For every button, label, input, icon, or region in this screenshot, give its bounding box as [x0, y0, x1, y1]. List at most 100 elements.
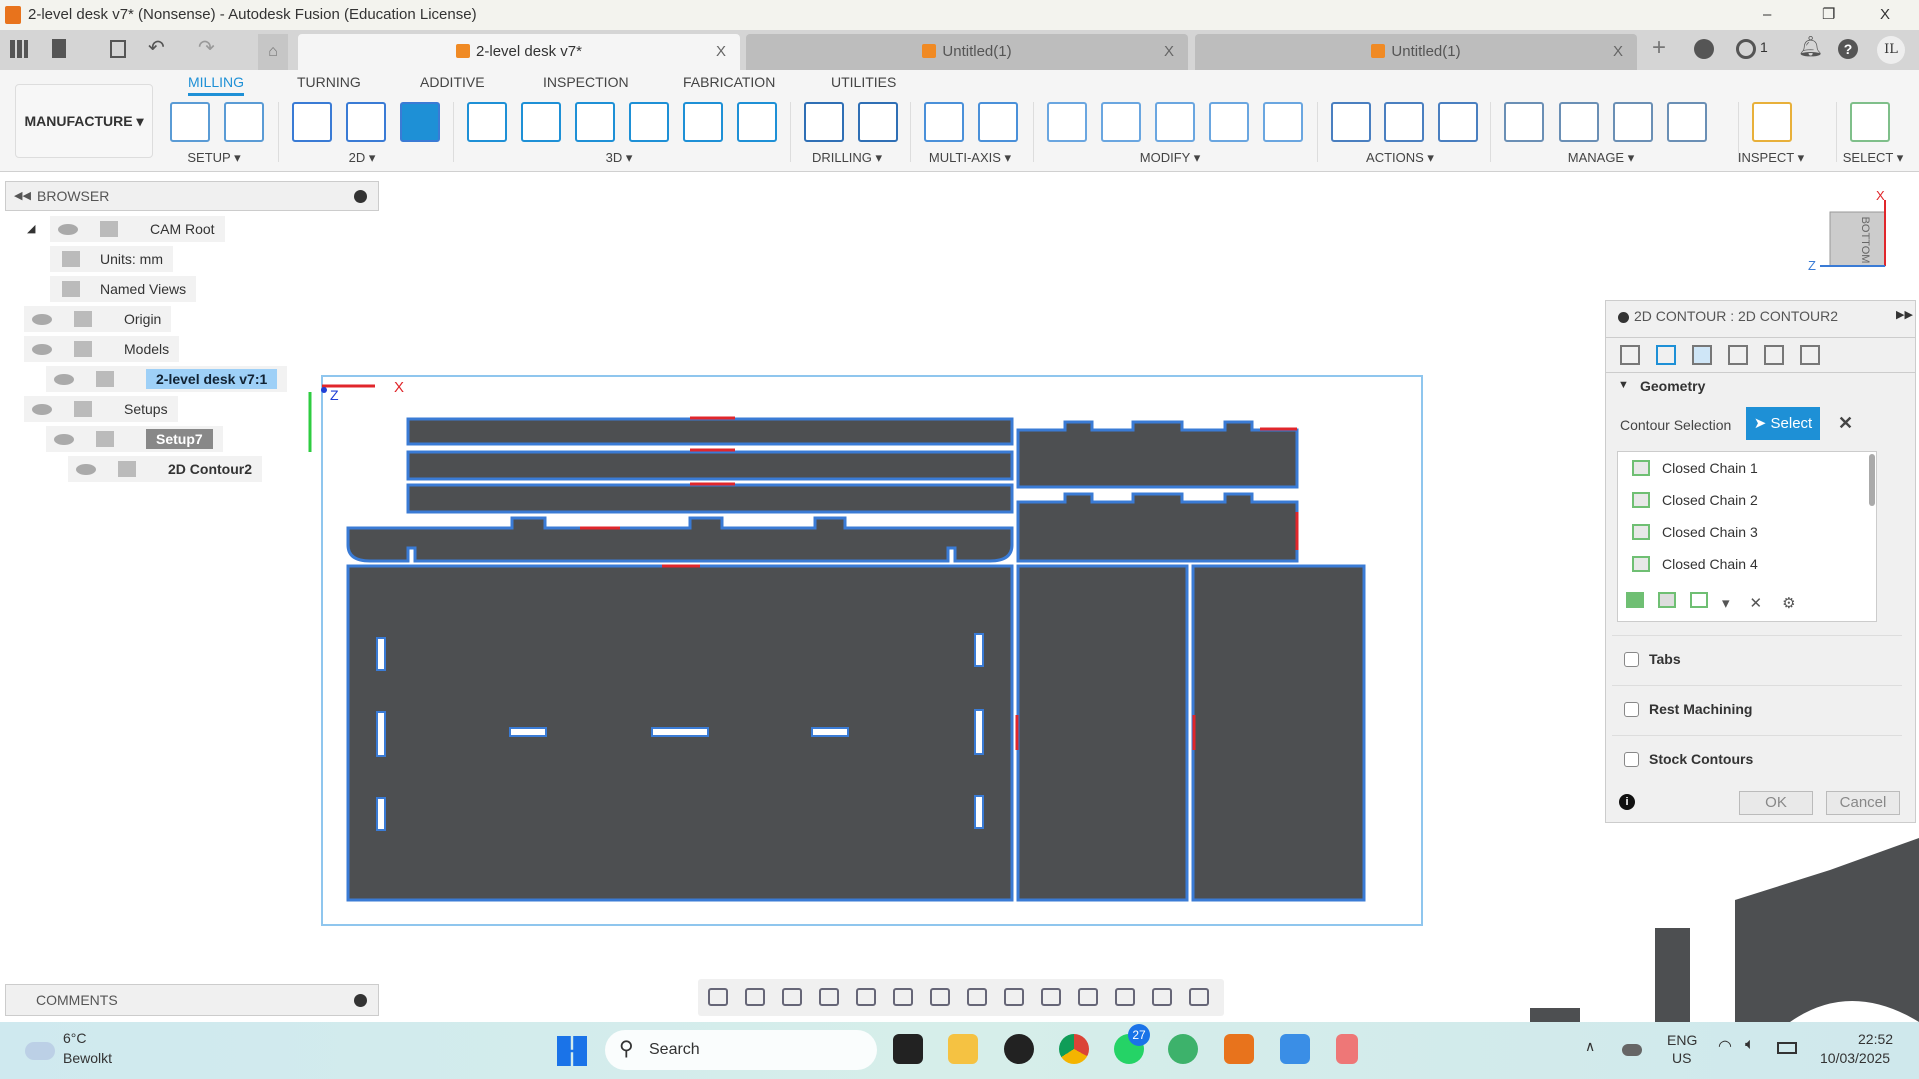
add-face-icon[interactable]: [1658, 592, 1676, 608]
option-rest-machining[interactable]: Rest Machining: [1624, 701, 1752, 717]
chain-list: Closed Chain 1 Closed Chain 2 Closed Chain…: [1617, 451, 1877, 622]
zoom-icon[interactable]: [819, 988, 839, 1006]
part-strip-2: [406, 450, 1014, 481]
fit-icon[interactable]: [856, 988, 876, 1006]
settings-gear-icon[interactable]: ⚙: [1782, 595, 1795, 612]
chain-label: Closed Chain 1: [1662, 460, 1758, 476]
browser-minimize-icon[interactable]: [354, 190, 367, 203]
language-indicator[interactable]: ENG: [1667, 1032, 1697, 1048]
eye-visibility-icon[interactable]: [32, 404, 52, 415]
ok-button[interactable]: OK: [1739, 791, 1813, 815]
info-icon[interactable]: i: [1619, 794, 1635, 810]
add-chain-icon[interactable]: [1626, 592, 1644, 608]
chain-item[interactable]: Closed Chain 3: [1632, 522, 1758, 542]
browser-item-2d-contour2[interactable]: 2D Contour2: [68, 456, 262, 482]
select-button[interactable]: ➤ Select: [1746, 407, 1820, 440]
add-comment-icon[interactable]: [354, 994, 367, 1007]
clear-selection-icon[interactable]: ✕: [1838, 413, 1853, 434]
visual-style-icon[interactable]: [1078, 988, 1098, 1006]
camera-icon[interactable]: [1189, 988, 1209, 1006]
eye-visibility-icon[interactable]: [58, 224, 78, 235]
chain-item[interactable]: Closed Chain 4: [1632, 554, 1758, 574]
viewports-icon[interactable]: [967, 988, 987, 1006]
chrome-icon[interactable]: [1059, 1034, 1089, 1064]
browser-item-setup7[interactable]: Setup7: [46, 426, 223, 452]
add-silhouette-icon[interactable]: [1690, 592, 1708, 608]
browser-item-setups[interactable]: Setups: [24, 396, 178, 422]
expand-toggle-icon[interactable]: ◢: [27, 222, 35, 235]
environment-icon[interactable]: [1004, 988, 1024, 1006]
eye-visibility-icon[interactable]: [54, 374, 74, 385]
volume-icon[interactable]: 🔈︎: [1745, 1036, 1755, 1054]
weather-cloud-icon[interactable]: [25, 1042, 55, 1060]
eye-visibility-icon[interactable]: [76, 464, 96, 475]
section-icon[interactable]: [1115, 988, 1135, 1006]
clock-time[interactable]: 22:52: [1858, 1031, 1893, 1047]
collapse-geometry-icon[interactable]: ▼: [1618, 379, 1629, 391]
clock-date[interactable]: 10/03/2025: [1820, 1050, 1890, 1066]
browser-item-named-views[interactable]: Named Views: [50, 276, 197, 302]
orbit-icon[interactable]: [708, 988, 728, 1006]
grid-icon[interactable]: [930, 988, 950, 1006]
browser-item-models[interactable]: Models: [24, 336, 180, 362]
pan-icon[interactable]: [782, 988, 802, 1006]
display-settings-icon[interactable]: [893, 988, 913, 1006]
browser-item-cam-root[interactable]: CAM Root: [50, 216, 225, 242]
geometry-section-title[interactable]: Geometry: [1640, 378, 1705, 394]
eye-visibility-icon[interactable]: [32, 344, 52, 355]
fusion-taskbar-icon[interactable]: [1224, 1034, 1254, 1064]
task-view-icon[interactable]: [893, 1034, 923, 1064]
search-box[interactable]: ⚲ Search: [605, 1030, 877, 1070]
option-tabs[interactable]: Tabs: [1624, 651, 1681, 667]
chain-item[interactable]: Closed Chain 2: [1632, 490, 1758, 510]
keyboard-layout[interactable]: US: [1672, 1050, 1691, 1066]
snipping-tool-icon[interactable]: [1336, 1034, 1358, 1064]
viewcube[interactable]: BOTTOM X Z: [1808, 188, 1886, 273]
battery-icon[interactable]: [1777, 1042, 1797, 1054]
option-label: Tabs: [1649, 651, 1681, 667]
browser-header[interactable]: ◀◀ BROWSER: [5, 181, 379, 211]
expand-dialog-icon[interactable]: ▶▶: [1896, 308, 1913, 321]
comments-panel[interactable]: COMMENTS: [5, 984, 379, 1016]
eye-visibility-icon[interactable]: [54, 434, 74, 445]
dialog-tab-geometry-icon[interactable]: [1692, 345, 1712, 365]
weather-temp[interactable]: 6°C: [63, 1030, 87, 1046]
eye-visibility-icon[interactable]: [32, 314, 52, 325]
checkbox[interactable]: [1624, 652, 1639, 667]
part-top-right-1: [1016, 420, 1299, 489]
part-tall-2: [1191, 564, 1366, 902]
onedrive-icon[interactable]: [1622, 1044, 1642, 1056]
browser-item-origin[interactable]: Origin: [24, 306, 172, 332]
app-o-icon[interactable]: [1004, 1034, 1034, 1064]
dialog-tab-passes-icon[interactable]: [1764, 345, 1784, 365]
dialog-tab-linking-icon[interactable]: [1800, 345, 1820, 365]
chain-item[interactable]: Closed Chain 1: [1632, 458, 1758, 478]
closed-chain-icon: [1632, 460, 1650, 476]
remove-all-icon[interactable]: ✕: [1750, 595, 1763, 612]
node-icon: [96, 371, 114, 387]
look-at-icon[interactable]: [745, 988, 765, 1006]
dialog-tab-tool-icon[interactable]: [1620, 345, 1640, 365]
option-stock-contours[interactable]: Stock Contours: [1624, 751, 1753, 767]
list-scrollbar[interactable]: [1869, 454, 1875, 506]
checkbox[interactable]: [1624, 752, 1639, 767]
collapse-browser-icon[interactable]: ◀◀: [14, 182, 31, 210]
dropdown-icon[interactable]: ▾: [1722, 595, 1730, 612]
weather-text[interactable]: Bewolkt: [63, 1050, 112, 1066]
start-windows-icon[interactable]: [557, 1036, 587, 1066]
cancel-button[interactable]: Cancel: [1826, 791, 1900, 815]
photos-icon[interactable]: [1280, 1034, 1310, 1064]
dialog-tab-heights-axis-icon[interactable]: [1656, 345, 1676, 365]
viewcube-z: Z: [1808, 258, 1816, 273]
free-orbit-icon[interactable]: [1041, 988, 1061, 1006]
file-explorer-icon[interactable]: [948, 1034, 978, 1064]
wifi-icon[interactable]: ◠: [1718, 1036, 1732, 1056]
browser-item-units[interactable]: Units: mm: [50, 246, 173, 272]
browser-item-model-2-level-desk[interactable]: 2-level desk v7:1: [46, 366, 288, 392]
show-hidden-icons[interactable]: ∧: [1585, 1038, 1595, 1055]
browser-item-label: 2D Contour2: [168, 461, 252, 477]
checkbox[interactable]: [1624, 702, 1639, 717]
ccleaner-icon[interactable]: [1168, 1034, 1198, 1064]
dialog-tab-heights-icon[interactable]: [1728, 345, 1748, 365]
machine-sim-icon[interactable]: [1152, 988, 1172, 1006]
